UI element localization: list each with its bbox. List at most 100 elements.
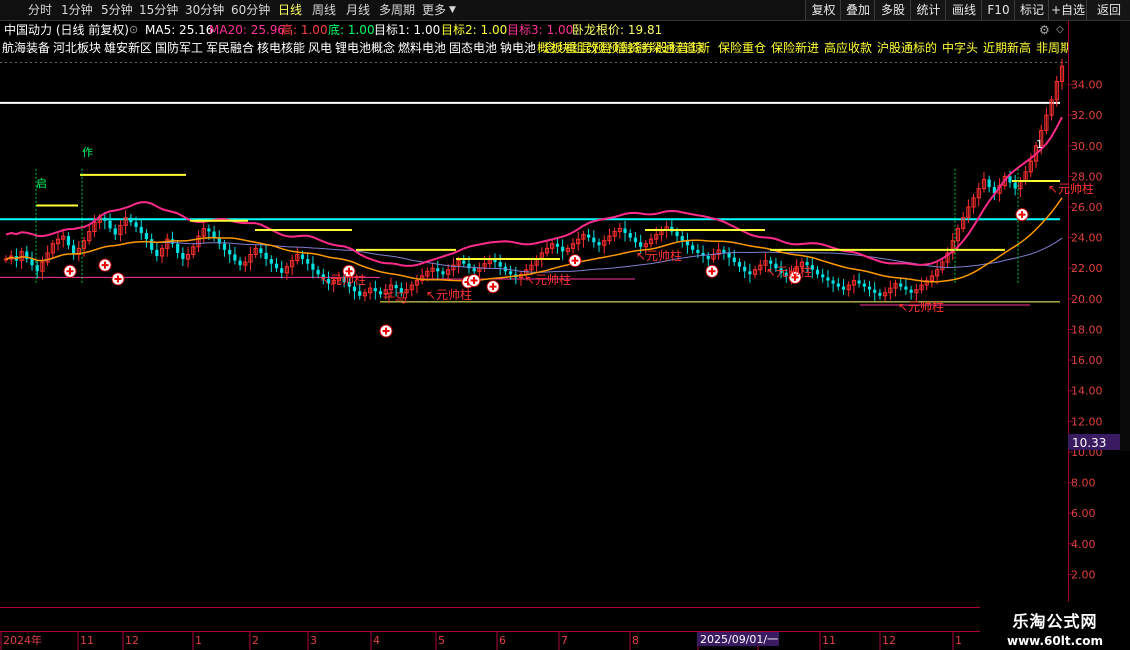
dropdown-icon[interactable]: ⊙ (129, 22, 138, 38)
toolbar-button-3[interactable]: 统计 (910, 0, 946, 20)
sector-tag-tail[interactable]: 保险新进 (771, 40, 819, 56)
sector-tag[interactable]: 核电核能 (257, 40, 305, 56)
candle-body-down (587, 234, 591, 238)
candle-body-down (129, 217, 133, 223)
collapse-icon[interactable]: ◇ (1056, 22, 1064, 38)
candle-body-down (696, 249, 700, 253)
candle-body-down (706, 255, 710, 260)
toolbar-button-6[interactable]: 标记 (1014, 0, 1049, 20)
right-strip (1120, 21, 1130, 451)
sector-tag[interactable]: 国防军工 (155, 40, 203, 56)
toolbar-button-7[interactable]: +自选 (1048, 0, 1087, 20)
toolbar-button-5[interactable]: F10 (981, 0, 1015, 20)
settings-gear-icon[interactable]: ⚙ (1039, 22, 1050, 38)
ma20-value: MA20: 25.96 (209, 23, 286, 37)
low-value: 底: 1.00 (328, 23, 375, 37)
candle-body-down (732, 257, 736, 263)
sector-tag-tail[interactable]: 近期新高 (983, 40, 1031, 56)
yuanshuai-label: ↖元帅柱 (320, 272, 366, 287)
time-label: 1 (955, 634, 962, 647)
target3-value: 目标3: 1.00 (507, 23, 574, 37)
toolbar-button-0[interactable]: 复权 (805, 0, 841, 20)
candle-body-down (66, 236, 71, 246)
period-tab-7[interactable]: 周线 (312, 2, 336, 18)
candle-body-down (639, 242, 643, 247)
toolbar-button-2[interactable]: 多股 (874, 0, 911, 20)
price-tick-label: 6.00 (1071, 507, 1096, 520)
price-tick-label: 4.00 (1071, 538, 1096, 551)
sector-tags: 航海装备 河北板块 雄安新区 国防军工 军民融合 核电核能 风电 锂电池概念 燃料电池 固态电池钠… (0, 40, 1068, 56)
candle-body-down (378, 291, 383, 295)
sector-tag-tail[interactable]: 保险重仓 (718, 40, 766, 56)
sector-tag[interactable]: 航海装备 (2, 40, 50, 56)
toolbar-button-4[interactable]: 画线 (945, 0, 982, 20)
sector-tag-tail[interactable]: 中字头 (942, 40, 978, 56)
candle-body-down (181, 252, 185, 260)
candle-body-down (841, 286, 846, 290)
sector-tag-overlap: 概念板块重组混改预盈预增融资融券深股通标普道琼斯 (537, 41, 710, 55)
candle-body-down (561, 246, 565, 252)
candle-body-down (878, 292, 882, 296)
candle-body-down (508, 271, 513, 275)
period-tab-9[interactable]: 多周期 (379, 2, 415, 18)
candle-body-down (1013, 182, 1017, 189)
stock-title[interactable]: 中国动力 (日线 前复权) (4, 22, 129, 38)
price-tick-label: 20.00 (1071, 293, 1103, 306)
yuanshuai-label: ↖元帅柱 (898, 299, 944, 314)
candle-body-down (899, 283, 903, 287)
sector-tag[interactable]: 钠电池 (500, 40, 536, 56)
watermark-url: www.60lt.com (1006, 634, 1104, 648)
more-chevron-icon[interactable]: ▼ (449, 2, 456, 18)
candle-body-down (623, 228, 627, 234)
sector-tag[interactable]: 河北板块 (53, 40, 101, 56)
time-label: 7 (561, 634, 568, 647)
candle-body-down (873, 289, 877, 293)
sector-tag-tail[interactable]: 沪股通标的 (877, 40, 937, 56)
candle-body-down (238, 260, 242, 266)
sector-tag-tail[interactable]: 高应收款 (824, 40, 872, 56)
candle-body-down (691, 245, 695, 250)
sector-tag[interactable]: 雄安新区 (104, 40, 152, 56)
candle-body-down (222, 243, 227, 250)
candle-body-down (233, 254, 237, 261)
period-tab-4[interactable]: 30分钟 (185, 2, 224, 18)
period-tab-0[interactable]: 分时 (28, 2, 52, 18)
price-tick-label: 18.00 (1071, 323, 1103, 336)
candle-body-down (280, 268, 284, 273)
period-tab-2[interactable]: 5分钟 (101, 2, 133, 18)
candle-body-down (228, 249, 232, 255)
candle-body-down (72, 245, 76, 255)
sector-tag[interactable]: 军民融合 (206, 40, 254, 56)
watermark: 乐淘公式网 www.60lt.com (980, 602, 1130, 650)
time-label: 12 (125, 634, 139, 647)
sector-tag-tail[interactable]: 非周期股 (1036, 40, 1068, 56)
sector-tag[interactable]: 锂电池概念 (335, 40, 395, 56)
time-label: 2 (252, 634, 259, 647)
current-price-tag: 10.33 (1072, 436, 1106, 450)
candle-body-down (904, 286, 908, 290)
wolong-value: 卧龙根价: 19.81 (572, 23, 663, 37)
candle-body-down (300, 254, 305, 260)
period-tab-1[interactable]: 1分钟 (61, 2, 93, 18)
sector-tag[interactable]: 固态电池 (449, 40, 497, 56)
toolbar-button-8[interactable]: 返回 (1086, 0, 1130, 20)
candle-body-down (394, 285, 398, 289)
sector-tag[interactable]: 风电 (308, 40, 332, 56)
toolbar-button-1[interactable]: 叠加 (840, 0, 875, 20)
candle-body-down (1008, 176, 1012, 183)
zuo-label: 作 (82, 146, 93, 159)
kline-chart[interactable]: 34.0032.0030.0028.0026.0024.0022.0020.00… (0, 0, 1130, 650)
candle-body-down (155, 249, 159, 256)
period-tab-6[interactable]: 日线 (278, 2, 302, 18)
period-tab-5[interactable]: 60分钟 (231, 2, 270, 18)
sector-tag[interactable]: 燃料电池 (398, 40, 446, 56)
yuanshuai-label: ↖元帅柱 (426, 287, 472, 302)
period-tab-3[interactable]: 15分钟 (139, 2, 178, 18)
candle-body-down (441, 271, 445, 275)
time-label: 8 (632, 634, 639, 647)
period-tab-10[interactable]: 更多 (422, 2, 446, 18)
price-tick-label: 12.00 (1071, 415, 1103, 428)
one-label: 1 (1036, 138, 1043, 151)
indicator-info-bar: 中国动力 (日线 前复权) ⊙ MA5: 25.16 MA20: 25.96 高… (0, 21, 1068, 39)
period-tab-8[interactable]: 月线 (346, 2, 370, 18)
